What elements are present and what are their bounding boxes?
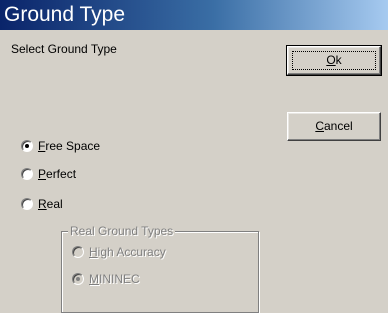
ok-button[interactable]: Ok xyxy=(286,45,382,76)
radio-free-space-label: Free Space xyxy=(38,138,101,153)
radio-mininec-label: MININEC xyxy=(89,271,140,286)
radio-button-icon[interactable] xyxy=(72,272,84,285)
radio-button-icon[interactable] xyxy=(72,245,84,258)
radio-high-accuracy-label: High Accuracy xyxy=(89,244,166,259)
real-ground-types-legend: Real Ground Types xyxy=(68,224,176,238)
cancel-button[interactable]: Cancel xyxy=(287,112,381,141)
radio-high-accuracy[interactable]: High Accuracy xyxy=(72,243,166,259)
ok-button-label: Ok xyxy=(326,53,342,67)
window-title: Ground Type xyxy=(4,3,126,26)
radio-free-space[interactable]: Free Space xyxy=(21,137,100,153)
radio-button-icon[interactable] xyxy=(21,139,33,152)
title-bar: Ground Type xyxy=(0,0,388,30)
radio-real-label: Real xyxy=(38,196,63,211)
radio-mininec[interactable]: MININEC xyxy=(72,270,140,286)
radio-button-icon[interactable] xyxy=(21,167,33,180)
radio-perfect[interactable]: Perfect xyxy=(21,165,76,181)
select-ground-type-label: Select Ground Type xyxy=(11,42,117,56)
radio-real[interactable]: Real xyxy=(21,195,63,211)
cancel-button-label: Cancel xyxy=(315,119,353,133)
radio-button-icon[interactable] xyxy=(21,197,33,210)
radio-perfect-label: Perfect xyxy=(38,166,77,181)
